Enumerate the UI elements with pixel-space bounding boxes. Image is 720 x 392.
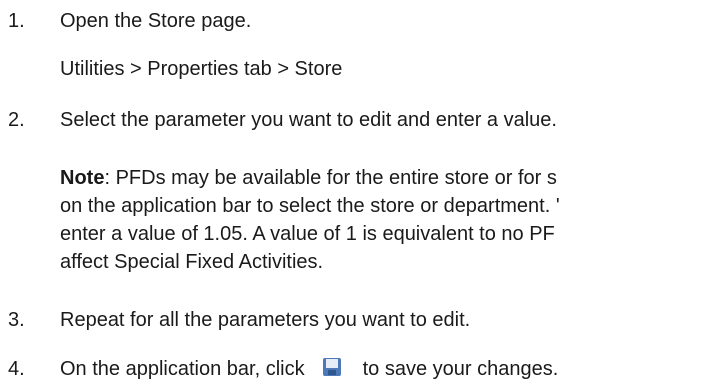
step-number: 1. [8,10,25,32]
step-text: Open the Store page. [60,10,252,32]
note-line-4: affect Special Fixed Activities. [60,251,324,273]
step-number: 4. [8,358,25,380]
note-block: Note: PFDs may be available for the enti… [60,164,560,276]
document-page: 1. Open the Store page. Utilities > Prope… [0,0,720,392]
save-icon [322,358,341,376]
note-text: : PFDs may be available for the entire s… [104,167,557,189]
step-4: 4. On the application bar, click to save y… [8,357,558,381]
step-text-before: On the application bar, click [60,358,305,380]
step-number: 2. [8,109,25,131]
step-text-after: to save your changes. [362,358,559,380]
step-1: 1. Open the Store page. [8,9,251,33]
step-text: Select the parameter you want to edit an… [60,109,557,131]
note-line-3: enter a value of 1.05. A value of 1 is e… [60,223,555,245]
step-2: 2. Select the parameter you want to edit … [8,108,557,132]
step-3: 3. Repeat for all the parameters you want… [8,308,470,332]
note-line-2: on the application bar to select the sto… [60,195,560,217]
step-text: Repeat for all the parameters you want t… [60,309,471,331]
navigation-path: Utilities > Properties tab > Store [60,58,343,80]
step-number: 3. [8,309,25,331]
note-line-1: Note: PFDs may be available for the enti… [60,164,560,192]
note-label: Note [60,167,105,189]
